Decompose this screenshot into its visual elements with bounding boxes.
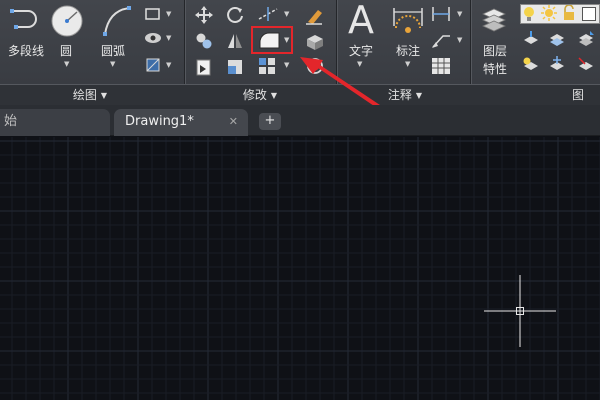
- arc-icon[interactable]: [100, 4, 134, 38]
- gradient-icon[interactable]: [144, 56, 164, 74]
- trim-icon[interactable]: [257, 5, 279, 23]
- scale-icon[interactable]: [225, 57, 245, 77]
- text-tool-label[interactable]: 文字: [342, 44, 380, 58]
- ribbon-panel-title-bar: 绘图 ▼ 修改 ▼ 注释 ▼ 图: [0, 84, 600, 105]
- layer-isolate-icon[interactable]: [522, 56, 540, 74]
- draw-panel-expand-icon: ▼: [100, 91, 108, 100]
- document-tab-bar: 始 Drawing1* ✕: [0, 105, 600, 136]
- offset-icon[interactable]: [305, 56, 325, 76]
- array-dropdown-arrow-icon[interactable]: ▼: [284, 61, 289, 69]
- polyline-label[interactable]: 多段线: [4, 44, 48, 58]
- array-icon[interactable]: [257, 56, 279, 76]
- annotation-panel-title[interactable]: 注释 ▼: [345, 85, 465, 106]
- erase-icon[interactable]: [304, 4, 326, 26]
- hatch-icon[interactable]: [144, 30, 164, 46]
- stretch-icon[interactable]: [194, 57, 214, 77]
- layer-thaw-sun-icon[interactable]: [541, 5, 557, 21]
- dimension-label[interactable]: 标注: [390, 44, 426, 58]
- layer-properties-label[interactable]: 图层 特性: [475, 44, 515, 76]
- make-current-layer-icon[interactable]: [522, 30, 540, 48]
- ribbon: 多段线 圆 ▼ 圆弧 ▼ ▼ ▼ ▼ ▼ ▼ ▼ A 文字 ▼ 标注 ▼ ▼ ▼…: [0, 0, 600, 105]
- modify-panel-title-text: 修改: [242, 88, 267, 102]
- tab-drawing1[interactable]: Drawing1* ✕: [114, 109, 248, 136]
- draw-panel-title-text: 绘图: [72, 88, 97, 102]
- layer-previous-icon[interactable]: [577, 30, 595, 48]
- rotate-icon[interactable]: [225, 5, 245, 25]
- annotation-panel-expand-icon: ▼: [415, 91, 423, 100]
- layer-properties-icon[interactable]: [479, 4, 509, 38]
- hatch-dropdown-arrow-icon[interactable]: ▼: [166, 34, 171, 42]
- polyline-icon[interactable]: [8, 6, 44, 32]
- move-icon[interactable]: [194, 5, 214, 25]
- tab-start-label: 始: [4, 114, 18, 129]
- leader-dropdown-arrow-icon[interactable]: ▼: [457, 36, 462, 44]
- table-icon[interactable]: [430, 56, 452, 76]
- layer-match-icon[interactable]: [548, 30, 566, 48]
- gradient-dropdown-arrow-icon[interactable]: ▼: [166, 61, 171, 69]
- linear-dimension-icon[interactable]: [430, 5, 452, 23]
- layer-on-bulb-icon[interactable]: [522, 5, 536, 23]
- modify-panel-title[interactable]: 修改 ▼: [200, 85, 320, 106]
- layers-panel-title[interactable]: 图: [572, 85, 600, 106]
- text-tool-icon[interactable]: A: [342, 0, 380, 40]
- dimension-icon[interactable]: [390, 4, 426, 38]
- fillet-highlight-box: [251, 26, 293, 54]
- rectangle-icon[interactable]: [144, 6, 164, 22]
- crosshair-cursor-icon: [484, 275, 556, 347]
- mirror-icon[interactable]: [225, 31, 245, 51]
- layer-lock-icon[interactable]: [562, 5, 576, 21]
- leader-icon[interactable]: [430, 30, 452, 50]
- layer-freeze-icon[interactable]: [548, 56, 566, 74]
- annotation-panel-title-text: 注释: [387, 88, 412, 102]
- arc-label[interactable]: 圆弧: [96, 44, 130, 58]
- close-tab-icon[interactable]: ✕: [229, 109, 238, 135]
- new-tab-button[interactable]: +: [259, 113, 281, 130]
- explode-icon[interactable]: [304, 31, 326, 51]
- modify-panel-expand-icon: ▼: [270, 91, 278, 100]
- draw-panel-title[interactable]: 绘图 ▼: [30, 85, 150, 106]
- tab-drawing1-label: Drawing1*: [125, 114, 194, 129]
- rectangle-dropdown-arrow-icon[interactable]: ▼: [166, 10, 171, 18]
- layer-off-icon[interactable]: [577, 56, 595, 74]
- layer-color-swatch[interactable]: [582, 7, 596, 21]
- circle-dropdown-arrow-icon[interactable]: ▼: [64, 60, 69, 68]
- trim-dropdown-arrow-icon[interactable]: ▼: [284, 10, 289, 18]
- linear-dimension-dropdown-arrow-icon[interactable]: ▼: [457, 10, 462, 18]
- dimension-dropdown-arrow-icon[interactable]: ▼: [405, 60, 410, 68]
- drawing-canvas[interactable]: [0, 137, 600, 400]
- layers-panel-title-text: 图: [572, 88, 585, 102]
- text-dropdown-arrow-icon[interactable]: ▼: [357, 60, 362, 68]
- tab-start[interactable]: 始: [0, 109, 110, 136]
- layer-properties-label-line2: 特性: [482, 62, 507, 76]
- drawing-grid: [0, 137, 600, 400]
- copy-icon[interactable]: [194, 31, 214, 51]
- layer-properties-label-line1: 图层: [482, 44, 507, 58]
- circle-icon[interactable]: [50, 4, 84, 38]
- arc-dropdown-arrow-icon[interactable]: ▼: [110, 60, 115, 68]
- circle-label[interactable]: 圆: [55, 44, 77, 58]
